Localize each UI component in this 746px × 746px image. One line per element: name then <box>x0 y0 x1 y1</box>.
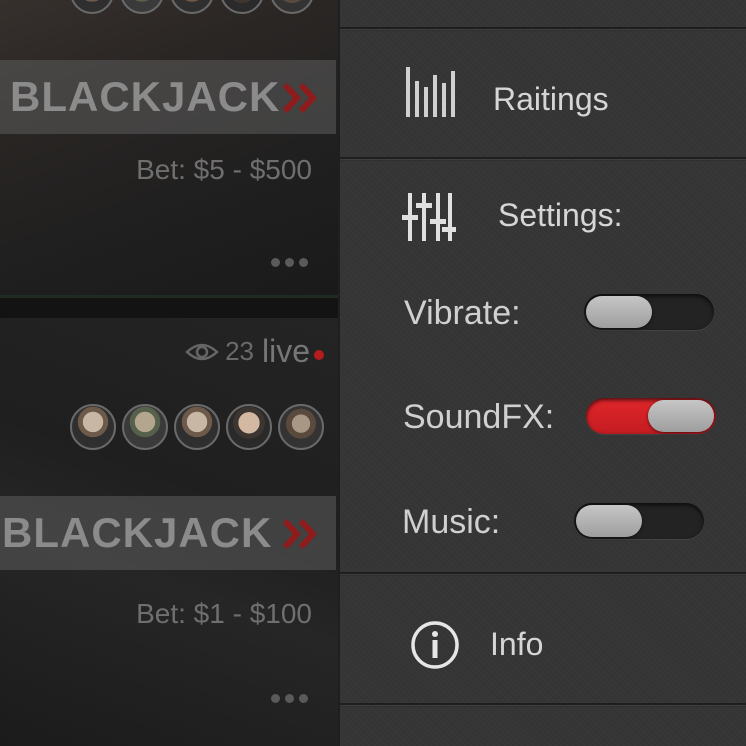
sliders-icon <box>402 193 456 241</box>
avatar <box>174 404 220 450</box>
table-banner[interactable]: BLACKJACK <box>0 496 336 570</box>
music-toggle[interactable] <box>574 503 704 539</box>
menu-item-info[interactable]: Info <box>340 576 746 703</box>
side-drawer: Raitings Settings: Vibrate: SoundFX: Mus… <box>338 0 746 746</box>
viewer-count: 23 <box>225 336 254 366</box>
soundfx-setting: SoundFX: <box>340 392 746 442</box>
game-title: BLACKJACK <box>10 73 281 120</box>
menu-item-bottom[interactable] <box>340 707 746 746</box>
soundfx-label: SoundFX: <box>403 398 555 436</box>
toggle-knob[interactable] <box>576 505 642 537</box>
vibrate-toggle[interactable] <box>584 294 714 330</box>
player-avatars <box>70 0 314 14</box>
menu-item-top[interactable] <box>340 0 746 27</box>
ratings-label: Raitings <box>493 81 609 117</box>
eye-icon <box>185 343 219 360</box>
table-card[interactable] <box>0 0 338 295</box>
double-chevron-right-icon <box>282 518 318 550</box>
avatar <box>170 0 214 14</box>
divider <box>340 703 746 706</box>
game-title: BLACKJACK <box>2 509 273 556</box>
divider <box>340 157 746 160</box>
more-options-icon[interactable] <box>271 694 308 703</box>
divider <box>340 27 746 30</box>
avatar <box>270 0 314 14</box>
menu-item-ratings[interactable]: Raitings <box>340 31 746 157</box>
vibrate-setting: Vibrate: <box>340 288 746 338</box>
toggle-knob[interactable] <box>648 400 714 432</box>
settings-panel: Settings: Vibrate: SoundFX: Music: <box>340 161 746 572</box>
avatar <box>120 0 164 14</box>
music-setting: Music: <box>340 497 746 547</box>
soundfx-toggle[interactable] <box>586 398 716 434</box>
more-options-icon[interactable] <box>271 258 308 267</box>
avatar <box>122 404 168 450</box>
avatar <box>70 404 116 450</box>
live-dot-icon <box>314 349 324 360</box>
player-avatars <box>70 404 324 450</box>
game-lobby: BLACKJACK Bet: $5 - $500 23 live BLACKJA… <box>0 0 338 746</box>
table-banner[interactable]: BLACKJACK <box>0 60 336 134</box>
bars-chart-icon <box>406 67 455 117</box>
bet-range: Bet: $5 - $500 <box>136 154 312 185</box>
avatar <box>226 404 272 450</box>
settings-title: Settings: <box>498 197 623 233</box>
divider <box>340 572 746 575</box>
vibrate-label: Vibrate: <box>404 294 521 332</box>
card-divider <box>0 295 338 318</box>
avatar <box>278 404 324 450</box>
double-chevron-right-icon <box>282 82 318 114</box>
info-label: Info <box>490 626 544 662</box>
music-label: Music: <box>402 503 501 541</box>
live-label: live <box>261 333 310 369</box>
avatar <box>220 0 264 14</box>
toggle-knob[interactable] <box>586 296 652 328</box>
info-circle-icon <box>411 621 459 669</box>
bet-range: Bet: $1 - $100 <box>136 598 312 629</box>
avatar <box>70 0 114 14</box>
live-indicator: 23 live <box>185 333 324 370</box>
